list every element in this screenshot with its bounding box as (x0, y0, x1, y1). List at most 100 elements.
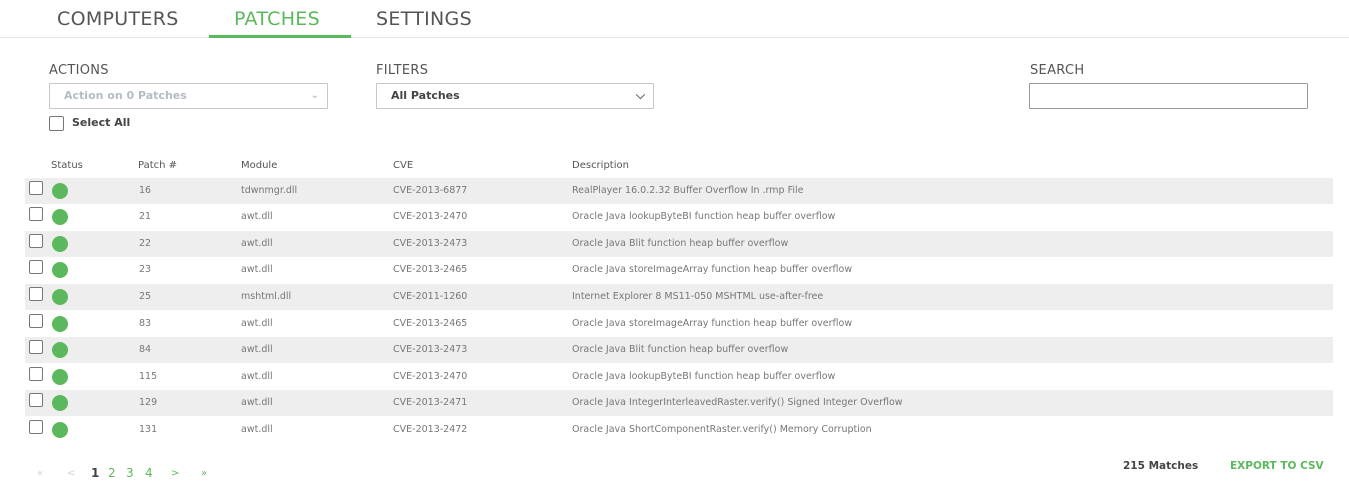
cell-description: Oracle Java storeImageArray function hea… (572, 264, 853, 275)
table-row[interactable]: 129 awt.dll CVE-2013-2471 Oracle Java In… (25, 390, 1333, 416)
cell-patch: 131 (139, 424, 158, 435)
status-indicator-icon (52, 395, 68, 411)
cell-cve: CVE-2011-1260 (393, 291, 468, 302)
table-row[interactable]: 22 awt.dll CVE-2013-2473 Oracle Java Bli… (25, 231, 1333, 257)
cell-module: awt.dll (241, 371, 273, 382)
cell-description: Internet Explorer 8 MS11-050 MSHTML use-… (572, 291, 824, 302)
table-row[interactable]: 115 awt.dll CVE-2013-2470 Oracle Java lo… (25, 364, 1333, 390)
tab-patches[interactable]: PATCHES (234, 8, 320, 30)
table-row[interactable]: 83 awt.dll CVE-2013-2465 Oracle Java sto… (25, 311, 1333, 337)
cell-description: Oracle Java Blit function heap buffer ov… (572, 344, 789, 355)
select-all-label: Select All (72, 116, 131, 129)
row-checkbox[interactable] (29, 287, 43, 301)
row-checkbox[interactable] (29, 181, 43, 195)
cell-description: Oracle Java ShortComponentRaster.verify(… (572, 424, 872, 435)
row-checkbox[interactable] (29, 367, 43, 381)
tab-settings[interactable]: SETTINGS (376, 8, 472, 30)
table-row[interactable]: 84 awt.dll CVE-2013-2473 Oracle Java Bli… (25, 337, 1333, 363)
page-4-button[interactable]: 4 (145, 466, 153, 480)
row-checkbox[interactable] (29, 393, 43, 407)
cell-module: mshtml.dll (241, 291, 292, 302)
header-description: Description (572, 160, 629, 171)
cell-module: awt.dll (241, 344, 273, 355)
page-3-button[interactable]: 3 (126, 466, 134, 480)
chevron-down-icon: ⌵ (635, 88, 645, 102)
cell-description: Oracle Java IntegerInterleavedRaster.ver… (572, 397, 903, 408)
row-checkbox[interactable] (29, 234, 43, 248)
status-indicator-icon (52, 316, 68, 332)
cell-description: Oracle Java storeImageArray function hea… (572, 318, 853, 329)
table-row[interactable]: 16 tdwnmgr.dll CVE-2013-6877 RealPlayer … (25, 178, 1333, 204)
select-all-checkbox[interactable] (49, 116, 64, 131)
first-page-button[interactable]: « (37, 468, 43, 479)
cell-patch: 129 (139, 397, 158, 408)
cell-cve: CVE-2013-2470 (393, 211, 468, 222)
search-input[interactable] (1029, 83, 1308, 109)
status-indicator-icon (52, 422, 68, 438)
cell-module: awt.dll (241, 424, 273, 435)
cell-patch: 21 (139, 211, 152, 222)
cell-cve: CVE-2013-2470 (393, 371, 468, 382)
cell-module: tdwnmgr.dll (241, 185, 298, 196)
cell-cve: CVE-2013-2465 (393, 318, 468, 329)
header-cve: CVE (393, 160, 414, 171)
next-page-button[interactable]: > (171, 468, 179, 479)
cell-module: awt.dll (241, 264, 273, 275)
actions-select[interactable]: Action on 0 Patches ⌄ (49, 83, 328, 109)
page-1-button[interactable]: 1 (91, 466, 99, 480)
cell-description: Oracle Java lookupByteBI function heap b… (572, 211, 836, 222)
row-checkbox[interactable] (29, 420, 43, 434)
status-indicator-icon (52, 183, 68, 199)
cell-cve: CVE-2013-2465 (393, 264, 468, 275)
row-checkbox[interactable] (29, 207, 43, 221)
row-checkbox[interactable] (29, 260, 43, 274)
cell-patch: 23 (139, 264, 152, 275)
filters-select-value: All Patches (391, 89, 460, 102)
table-row[interactable]: 21 awt.dll CVE-2013-2470 Oracle Java loo… (25, 204, 1333, 230)
cell-cve: CVE-2013-6877 (393, 185, 468, 196)
export-csv-button[interactable]: EXPORT TO CSV (1230, 460, 1324, 472)
cell-patch: 83 (139, 318, 152, 329)
cell-description: RealPlayer 16.0.2.32 Buffer Overflow In … (572, 185, 804, 196)
tab-bar: COMPUTERS PATCHES SETTINGS (0, 0, 1349, 38)
cell-patch: 25 (139, 291, 152, 302)
cell-patch: 115 (139, 371, 158, 382)
table-row[interactable]: 25 mshtml.dll CVE-2011-1260 Internet Exp… (25, 284, 1333, 310)
cell-patch: 22 (139, 238, 152, 249)
cell-patch: 84 (139, 344, 152, 355)
actions-select-value: Action on 0 Patches (64, 89, 187, 102)
filters-label: FILTERS (376, 63, 429, 78)
tab-computers[interactable]: COMPUTERS (57, 8, 179, 30)
table-row[interactable]: 131 awt.dll CVE-2013-2472 Oracle Java Sh… (25, 417, 1333, 443)
search-label: SEARCH (1030, 63, 1085, 78)
cell-cve: CVE-2013-2473 (393, 344, 468, 355)
cell-patch: 16 (139, 185, 152, 196)
row-checkbox[interactable] (29, 340, 43, 354)
prev-page-button[interactable]: < (67, 468, 75, 479)
status-indicator-icon (52, 262, 68, 278)
last-page-button[interactable]: » (201, 468, 207, 479)
page-2-button[interactable]: 2 (108, 466, 116, 480)
chevron-down-icon: ⌄ (310, 90, 319, 101)
cell-module: awt.dll (241, 397, 273, 408)
filters-select[interactable]: All Patches ⌵ (376, 83, 654, 109)
cell-module: awt.dll (241, 211, 273, 222)
header-module: Module (241, 160, 278, 171)
header-status: Status (51, 160, 83, 171)
cell-cve: CVE-2013-2472 (393, 424, 468, 435)
cell-cve: CVE-2013-2471 (393, 397, 468, 408)
cell-cve: CVE-2013-2473 (393, 238, 468, 249)
status-indicator-icon (52, 342, 68, 358)
status-indicator-icon (52, 369, 68, 385)
row-checkbox[interactable] (29, 314, 43, 328)
cell-module: awt.dll (241, 318, 273, 329)
status-indicator-icon (52, 209, 68, 225)
table-row[interactable]: 23 awt.dll CVE-2013-2465 Oracle Java sto… (25, 257, 1333, 283)
cell-description: Oracle Java Blit function heap buffer ov… (572, 238, 789, 249)
actions-label: ACTIONS (49, 63, 109, 78)
header-patch: Patch # (138, 160, 178, 171)
cell-description: Oracle Java lookupByteBI function heap b… (572, 371, 836, 382)
active-tab-indicator (209, 35, 351, 38)
status-indicator-icon (52, 236, 68, 252)
cell-module: awt.dll (241, 238, 273, 249)
